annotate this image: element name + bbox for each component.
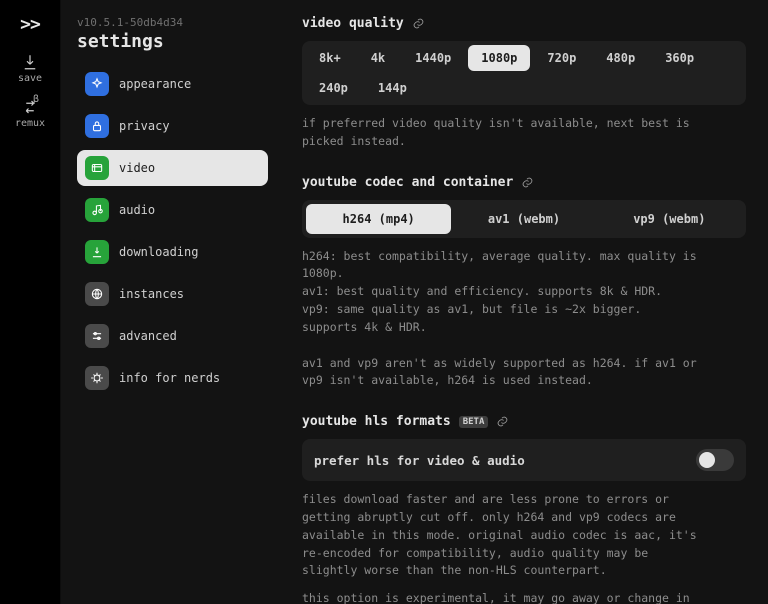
quality-option[interactable]: 360p — [652, 45, 707, 71]
sidebar-item-label: video — [119, 161, 155, 175]
codec-option[interactable]: h264 (mp4) — [306, 204, 451, 234]
sidebar-item-advanced[interactable]: advanced — [77, 318, 268, 354]
codec-option[interactable]: av1 (webm) — [451, 204, 596, 234]
quality-option[interactable]: 1080p — [468, 45, 530, 71]
sidebar-item-label: appearance — [119, 77, 191, 91]
lock-icon — [90, 119, 104, 133]
remux-label: remux — [15, 118, 45, 129]
download-icon — [21, 53, 39, 71]
settings-title: settings — [77, 31, 268, 52]
help-text: if preferred video quality isn't availab… — [302, 115, 702, 151]
section-title: youtube hls formats — [302, 414, 451, 429]
sidebar-item-label: audio — [119, 203, 155, 217]
content-panel: video quality 8k+4k1440p1080p720p480p360… — [280, 0, 768, 604]
hls-toggle[interactable] — [696, 449, 734, 471]
section-quality: video quality 8k+4k1440p1080p720p480p360… — [302, 16, 746, 151]
sliders-icon — [90, 329, 104, 343]
left-rail: >> save β remux — [0, 0, 60, 604]
sidebar: v10.5.1-50db4d34 settings appearance pri… — [60, 0, 280, 604]
quality-option[interactable]: 1440p — [402, 45, 464, 71]
quality-option[interactable]: 240p — [306, 75, 361, 101]
quality-option[interactable]: 480p — [593, 45, 648, 71]
quality-option[interactable]: 720p — [534, 45, 589, 71]
sidebar-item-label: info for nerds — [119, 371, 220, 385]
link-icon[interactable] — [521, 176, 534, 189]
help-text: h264: best compatibility, average qualit… — [302, 248, 702, 391]
sidebar-item-appearance[interactable]: appearance — [77, 66, 268, 102]
sidebar-item-instances[interactable]: instances — [77, 276, 268, 312]
beta-badge: BETA — [459, 416, 489, 428]
save-label: save — [18, 73, 42, 84]
codec-option[interactable]: vp9 (webm) — [597, 204, 742, 234]
section-title: video quality — [302, 16, 404, 31]
remux-button[interactable]: β remux — [15, 98, 45, 129]
sidebar-item-privacy[interactable]: privacy — [77, 108, 268, 144]
link-icon[interactable] — [412, 17, 425, 30]
settings-menu: appearance privacy video audio downloadi… — [77, 66, 268, 396]
sidebar-item-label: advanced — [119, 329, 177, 343]
hls-toggle-card: prefer hls for video & audio — [302, 439, 746, 481]
quality-option[interactable]: 4k — [358, 45, 398, 71]
audio-icon — [90, 203, 104, 217]
sidebar-item-video[interactable]: video — [77, 150, 268, 186]
globe-icon — [90, 287, 104, 301]
sidebar-item-nerds[interactable]: info for nerds — [77, 360, 268, 396]
sparkle-icon — [90, 77, 104, 91]
sidebar-item-audio[interactable]: audio — [77, 192, 268, 228]
quality-option[interactable]: 8k+ — [306, 45, 354, 71]
save-button[interactable]: save — [18, 53, 42, 84]
section-codec: youtube codec and container h264 (mp4)av… — [302, 175, 746, 391]
quality-option[interactable]: 144p — [365, 75, 420, 101]
video-icon — [90, 161, 104, 175]
app-logo[interactable]: >> — [20, 10, 40, 39]
codec-selector[interactable]: h264 (mp4)av1 (webm)vp9 (webm) — [302, 200, 746, 238]
sidebar-item-label: privacy — [119, 119, 170, 133]
sidebar-item-label: downloading — [119, 245, 198, 259]
bug-icon — [90, 371, 104, 385]
quality-selector[interactable]: 8k+4k1440p1080p720p480p360p 240p144p — [302, 41, 746, 105]
sidebar-item-label: instances — [119, 287, 184, 301]
help-text: files download faster and are less prone… — [302, 491, 702, 604]
section-hls: youtube hls formats BETA prefer hls for … — [302, 414, 746, 604]
downloading-icon — [90, 245, 104, 259]
section-title: youtube codec and container — [302, 175, 513, 190]
link-icon[interactable] — [496, 415, 509, 428]
version-text: v10.5.1-50db4d34 — [77, 16, 268, 29]
sidebar-item-downloading[interactable]: downloading — [77, 234, 268, 270]
toggle-label: prefer hls for video & audio — [314, 453, 525, 468]
